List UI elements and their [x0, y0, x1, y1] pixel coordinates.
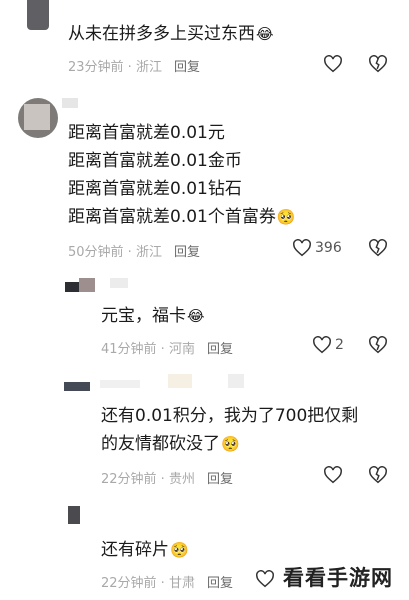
avatar[interactable] [27, 0, 49, 30]
like-button[interactable]: 2 [312, 336, 344, 354]
avatar[interactable] [18, 98, 58, 138]
teary-face-emoji-icon: 🥺 [170, 541, 189, 559]
username-blur [168, 374, 192, 388]
teary-face-emoji-icon: 🥺 [221, 435, 240, 453]
username-blur [100, 380, 140, 388]
avatar-pixel [68, 506, 80, 524]
avatar[interactable] [65, 276, 97, 296]
like-button[interactable] [255, 570, 275, 588]
avatar-blur [24, 104, 50, 130]
reply-button[interactable]: 回复 [207, 342, 233, 357]
avatar[interactable] [64, 376, 94, 394]
location: 浙江 [135, 245, 162, 260]
timestamp: 41分钟前 [101, 342, 157, 357]
like-button[interactable]: 396 [292, 239, 342, 257]
heart-icon [293, 239, 311, 257]
avatar-pixel [65, 282, 79, 292]
username-blur [228, 374, 244, 388]
broken-heart-icon [369, 336, 387, 354]
comment-meta: 41分钟前 · 河南 回复 [101, 342, 233, 357]
comment-text-line: 还有0.01积分，我为了700把仅剩 [101, 406, 359, 426]
watermark: 看看手游网 [277, 562, 399, 592]
reply-button[interactable]: 回复 [207, 576, 233, 591]
dislike-button[interactable] [368, 239, 388, 257]
location: 贵州 [168, 472, 195, 487]
dislike-button[interactable] [368, 336, 388, 354]
comment-text-line: 的友情都砍没了🥺 [101, 434, 240, 454]
avatar-pixel [64, 382, 90, 391]
like-button[interactable] [323, 55, 343, 73]
username-blur [110, 278, 128, 288]
comment-text-line: 距离首富就差0.01金币 [68, 151, 242, 171]
laughing-crying-emoji-icon: 😂 [256, 25, 274, 43]
comment-meta: 50分钟前 · 浙江 回复 [68, 245, 200, 260]
timestamp: 22分钟前 [101, 576, 157, 591]
comment-meta: 22分钟前 · 甘肃 回复 [101, 576, 233, 591]
comment-3: 元宝，福卡😂 41分钟前 · 河南 回复 2 [0, 272, 409, 364]
heart-icon [324, 55, 342, 73]
location: 浙江 [135, 60, 162, 75]
laughing-crying-emoji-icon: 😂 [187, 307, 205, 325]
comment-meta: 23分钟前 · 浙江 回复 [68, 60, 200, 75]
comment-text: 从未在拼多多上买过东西😂 [68, 24, 274, 44]
timestamp: 22分钟前 [101, 472, 157, 487]
heart-icon [324, 466, 342, 484]
heart-icon [256, 570, 274, 588]
comment-text-line: 距离首富就差0.01个首富券🥺 [68, 207, 296, 227]
timestamp: 50分钟前 [68, 245, 124, 260]
reply-button[interactable]: 回复 [207, 472, 233, 487]
username-blur [62, 98, 78, 108]
comment-text: 还有碎片🥺 [101, 540, 189, 560]
comment-text-line: 距离首富就差0.01钻石 [68, 179, 242, 199]
like-count: 2 [335, 337, 344, 353]
avatar-pixel [79, 278, 95, 292]
comment-4: 还有0.01积分，我为了700把仅剩 的友情都砍没了🥺 22分钟前 · 贵州 回复 [0, 372, 409, 498]
comment-2: 距离首富就差0.01元 距离首富就差0.01金币 距离首富就差0.01钻石 距离… [0, 88, 409, 268]
heart-icon [313, 336, 331, 354]
avatar[interactable] [64, 504, 82, 526]
timestamp: 23分钟前 [68, 60, 124, 75]
like-button[interactable] [323, 466, 343, 484]
location: 甘肃 [168, 576, 195, 591]
reply-button[interactable]: 回复 [174, 60, 200, 75]
teary-face-emoji-icon: 🥺 [276, 208, 296, 226]
like-count: 396 [315, 240, 342, 256]
comment-text: 元宝，福卡😂 [101, 306, 205, 326]
broken-heart-icon [369, 239, 387, 257]
reply-button[interactable]: 回复 [174, 245, 200, 260]
comment-1: 从未在拼多多上买过东西😂 23分钟前 · 浙江 回复 [0, 0, 409, 80]
broken-heart-icon [369, 466, 387, 484]
dislike-button[interactable] [368, 55, 388, 73]
dislike-button[interactable] [368, 466, 388, 484]
comment-meta: 22分钟前 · 贵州 回复 [101, 472, 233, 487]
comment-text-line: 距离首富就差0.01元 [68, 123, 225, 143]
location: 河南 [168, 342, 195, 357]
broken-heart-icon [369, 55, 387, 73]
